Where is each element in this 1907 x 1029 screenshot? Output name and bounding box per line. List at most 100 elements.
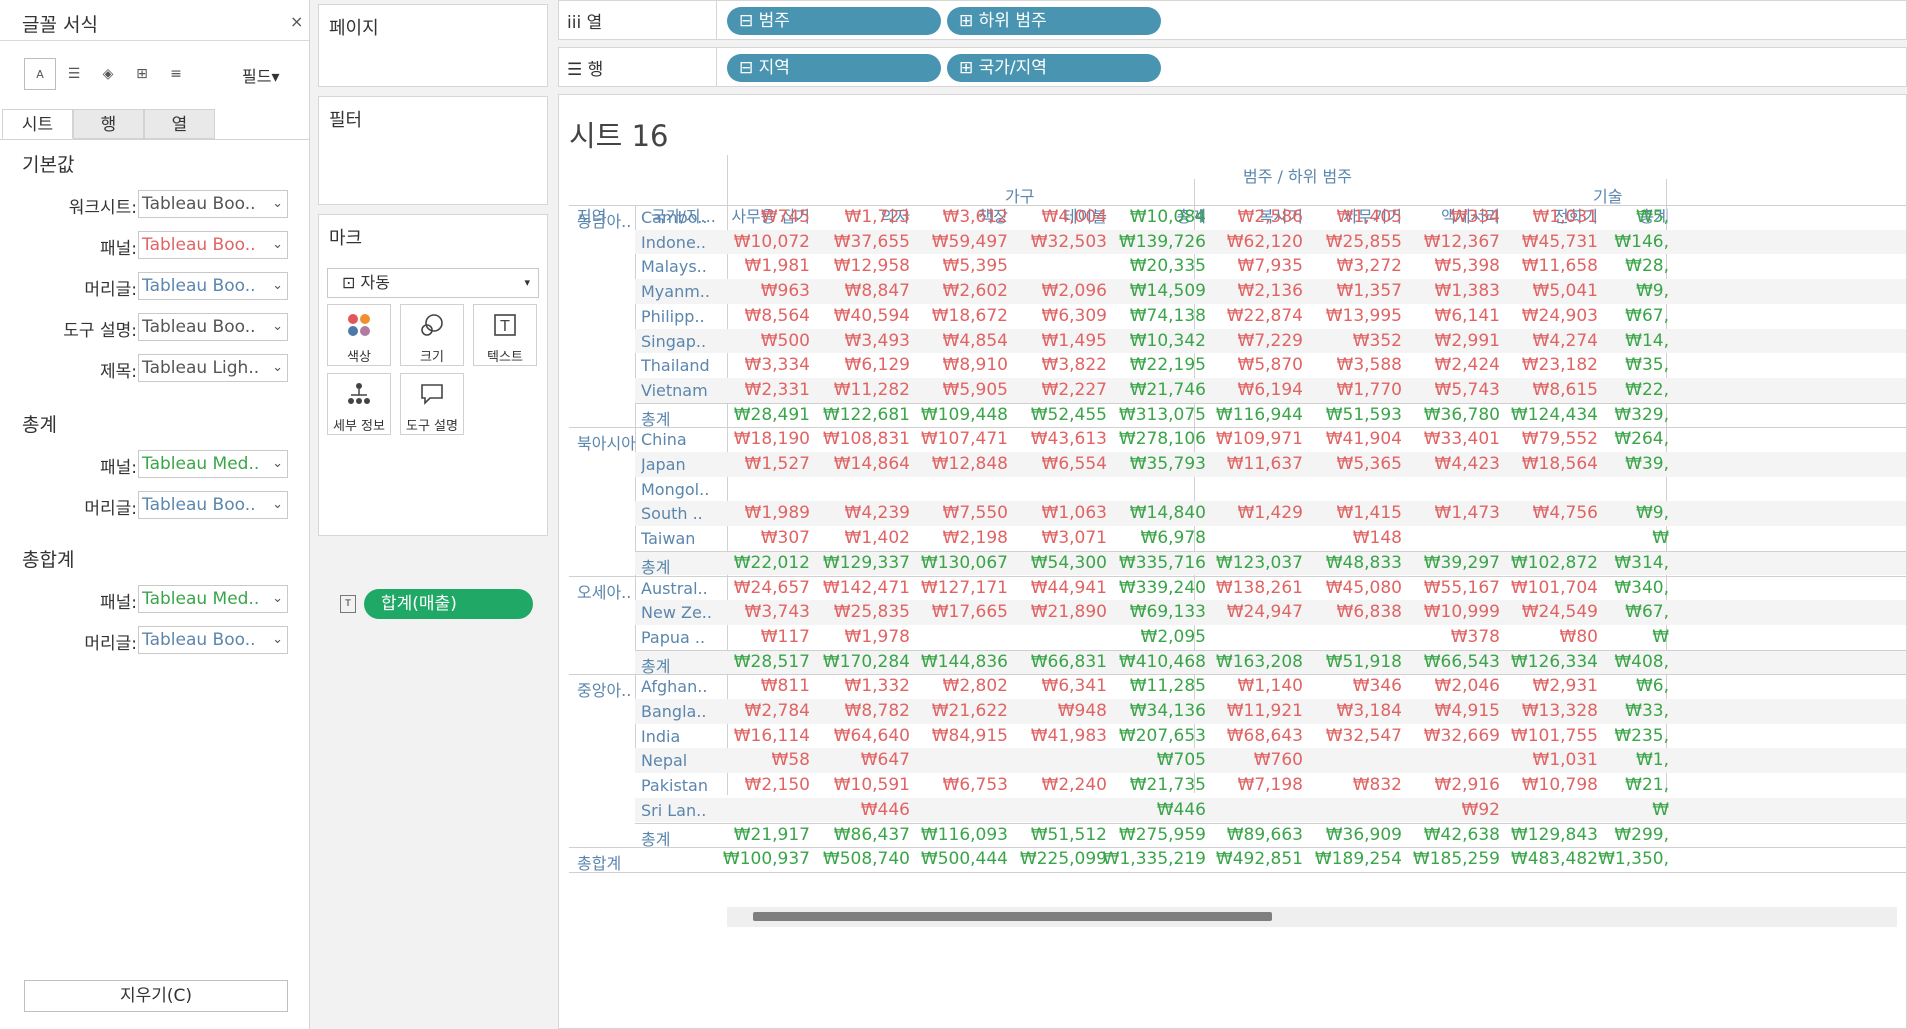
size-button[interactable]: 크기 <box>400 304 464 366</box>
close-icon[interactable]: × <box>290 12 303 31</box>
grand-total-label[interactable]: 총합계 <box>577 850 621 874</box>
table-cell: ₩264, <box>1614 429 1669 450</box>
tab-sheet[interactable]: 시트 <box>2 109 73 139</box>
horizontal-scrollbar[interactable] <box>727 907 1897 927</box>
size-icon <box>401 312 463 344</box>
table-cell: ₩446 <box>860 799 910 820</box>
chevron-down-icon: ⌄ <box>272 497 283 512</box>
sum-sales-pill[interactable]: 합계(매출) <box>364 589 533 619</box>
scrollbar-thumb[interactable] <box>753 912 1272 921</box>
section-heading: 총합계 <box>22 549 75 571</box>
font-dropdown-value: Tableau Boo.. <box>142 495 256 515</box>
divider <box>635 822 1906 824</box>
text-label: 텍스트 <box>487 350 523 365</box>
table-cell: ₩22, <box>1625 379 1669 400</box>
color-icon <box>328 312 390 344</box>
tab-columns[interactable]: 열 <box>144 109 215 139</box>
country-label[interactable]: Sri Lan.. <box>641 801 729 820</box>
table-cell: ₩92 <box>1461 799 1500 820</box>
region-label[interactable]: 오세아.. <box>577 579 631 603</box>
pill-region[interactable]: ⊟ 지역 <box>727 54 941 82</box>
mark-type-dropdown[interactable]: ⊡ 자동 ▾ <box>327 268 539 298</box>
font-dropdown[interactable]: Tableau Boo.. ⌄ <box>138 190 288 218</box>
font-dropdown-value: Tableau Boo.. <box>142 276 256 296</box>
country-label[interactable]: Mongol.. <box>641 480 729 499</box>
chevron-down-icon: ⌄ <box>272 278 283 293</box>
tooltip-button[interactable]: 도구 설명 <box>400 373 464 435</box>
format-row-label: 패널: <box>99 458 137 478</box>
marks-title: 마크 <box>329 228 363 249</box>
region-label[interactable]: 동남아.. <box>577 208 631 232</box>
font-dropdown[interactable]: Tableau Boo.. ⌄ <box>138 231 288 259</box>
rows-label: 행 <box>587 60 604 80</box>
filters-card[interactable]: 필터 <box>318 96 548 205</box>
pill-category[interactable]: ⊟ 범주 <box>727 7 941 35</box>
divider <box>569 575 1906 577</box>
color-button[interactable]: 색상 <box>327 304 391 366</box>
pill-country[interactable]: ⊞ 국가/지역 <box>947 54 1161 82</box>
table-cell: ₩ <box>1652 799 1669 820</box>
divider <box>569 871 1906 873</box>
font-dropdown-value: Tableau Boo.. <box>142 235 256 255</box>
collapse-icon: ⊟ <box>739 58 759 78</box>
tab-rows[interactable]: 행 <box>73 109 144 139</box>
font-dropdown[interactable]: Tableau Boo.. ⌄ <box>138 626 288 654</box>
format-row-label: 패널: <box>99 239 137 259</box>
font-dropdown-value: Tableau Med.. <box>142 454 260 474</box>
clear-button[interactable]: 지우기(C) <box>24 980 288 1012</box>
alignment-icon[interactable]: ☰ <box>58 58 90 90</box>
table-cell: ₩9, <box>1635 281 1669 302</box>
pill-subcategory[interactable]: ⊞ 하위 범주 <box>947 7 1161 35</box>
font-dropdown[interactable]: Tableau Ligh.. ⌄ <box>138 354 288 382</box>
table-cell: ₩33, <box>1625 701 1669 721</box>
format-row-label: 머리글: <box>84 634 137 654</box>
grand-total-cell: ₩1,350, <box>1598 849 1669 870</box>
pages-card[interactable]: 페이지 <box>318 4 548 87</box>
font-dropdown-value: Tableau Med.. <box>142 589 260 609</box>
font-dropdown[interactable]: Tableau Med.. ⌄ <box>138 585 288 613</box>
chevron-down-icon: ⌄ <box>272 456 283 471</box>
table-cell: ₩67, <box>1625 305 1669 326</box>
sheet-title: 시트 16 <box>569 119 669 153</box>
pill-region-label: 지역 <box>758 58 790 78</box>
chevron-down-icon: ⌄ <box>272 591 283 606</box>
table-cell: ₩148 <box>1352 528 1402 549</box>
pill-country-label: 국가/지역 <box>978 58 1047 78</box>
table-cell: ₩1,978 <box>844 626 910 647</box>
mark-type-icon: ⊡ <box>342 273 361 292</box>
pages-title: 페이지 <box>329 18 379 39</box>
font-dropdown[interactable]: Tableau Boo.. ⌄ <box>138 313 288 341</box>
shading-icon[interactable]: ◈ <box>92 58 124 90</box>
format-row-label: 머리글: <box>84 499 137 519</box>
lines-icon[interactable]: ≡ <box>160 58 192 90</box>
table-cell: ₩35, <box>1625 355 1669 376</box>
borders-icon[interactable]: ⊞ <box>126 58 158 90</box>
font-dropdown[interactable]: Tableau Med.. ⌄ <box>138 450 288 478</box>
divider <box>635 402 1906 404</box>
divider <box>635 649 1906 651</box>
fields-dropdown[interactable]: 필드▾ <box>242 63 279 87</box>
font-dropdown-value: Tableau Boo.. <box>142 317 256 337</box>
region-label[interactable]: 중앙아.. <box>577 677 631 701</box>
marks-card: 마크 ⊡ 자동 ▾ 색상 크기 T 텍스트 세부 정보 도구 설명 T 합계(매… <box>318 214 548 619</box>
table-cell: ₩28, <box>1625 256 1669 277</box>
tooltip-label: 도구 설명 <box>406 419 458 434</box>
table-cell: ₩446 <box>1156 799 1206 820</box>
format-row-label: 워크시트: <box>68 198 137 218</box>
header-category-subcategory: 범주 / 하위 범주 <box>1243 167 1352 186</box>
columns-shelf: iii 열 ⊟ 범주 ⊞ 하위 범주 <box>558 0 1907 40</box>
format-row: 패널: Tableau Boo.. ⌄ <box>0 231 309 261</box>
chevron-down-icon: ⌄ <box>272 237 283 252</box>
expand-icon: ⊞ <box>959 11 979 31</box>
format-row: 머리글: Tableau Boo.. ⌄ <box>0 491 309 521</box>
format-row-label: 머리글: <box>84 280 137 300</box>
text-button[interactable]: T 텍스트 <box>473 304 537 366</box>
font-dropdown[interactable]: Tableau Boo.. ⌄ <box>138 272 288 300</box>
format-pane: 글꼴 서식 × A ☰ ◈ ⊞ ≡ 필드▾ 시트 행 열 기본값 워크시트: Tab… <box>0 0 310 1029</box>
detail-button[interactable]: 세부 정보 <box>327 373 391 435</box>
font-format-icon[interactable]: A <box>24 58 56 90</box>
table-cell: ₩760 <box>1253 750 1303 771</box>
font-dropdown[interactable]: Tableau Boo.. ⌄ <box>138 491 288 519</box>
region-label[interactable]: 북아시아 <box>577 430 636 454</box>
table-cell: ₩ <box>1652 626 1669 647</box>
